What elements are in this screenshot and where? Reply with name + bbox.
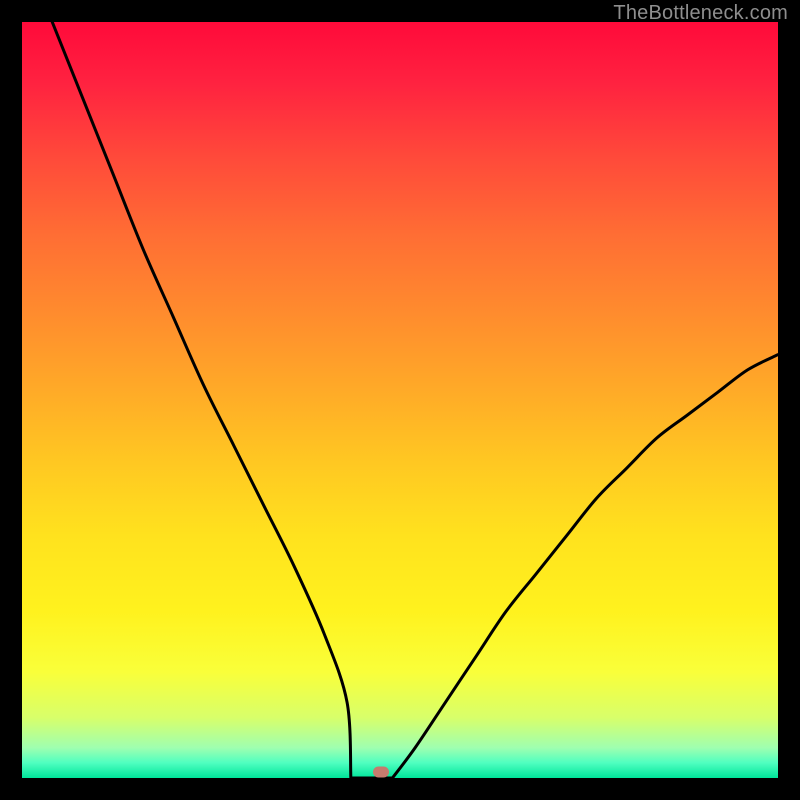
gradient-plot-area — [22, 22, 778, 778]
credit-text: TheBottleneck.com — [613, 2, 788, 25]
bottleneck-curve — [22, 22, 778, 778]
chart-frame: TheBottleneck.com — [0, 0, 800, 800]
curve-path — [52, 22, 778, 778]
optimal-marker — [373, 766, 389, 777]
